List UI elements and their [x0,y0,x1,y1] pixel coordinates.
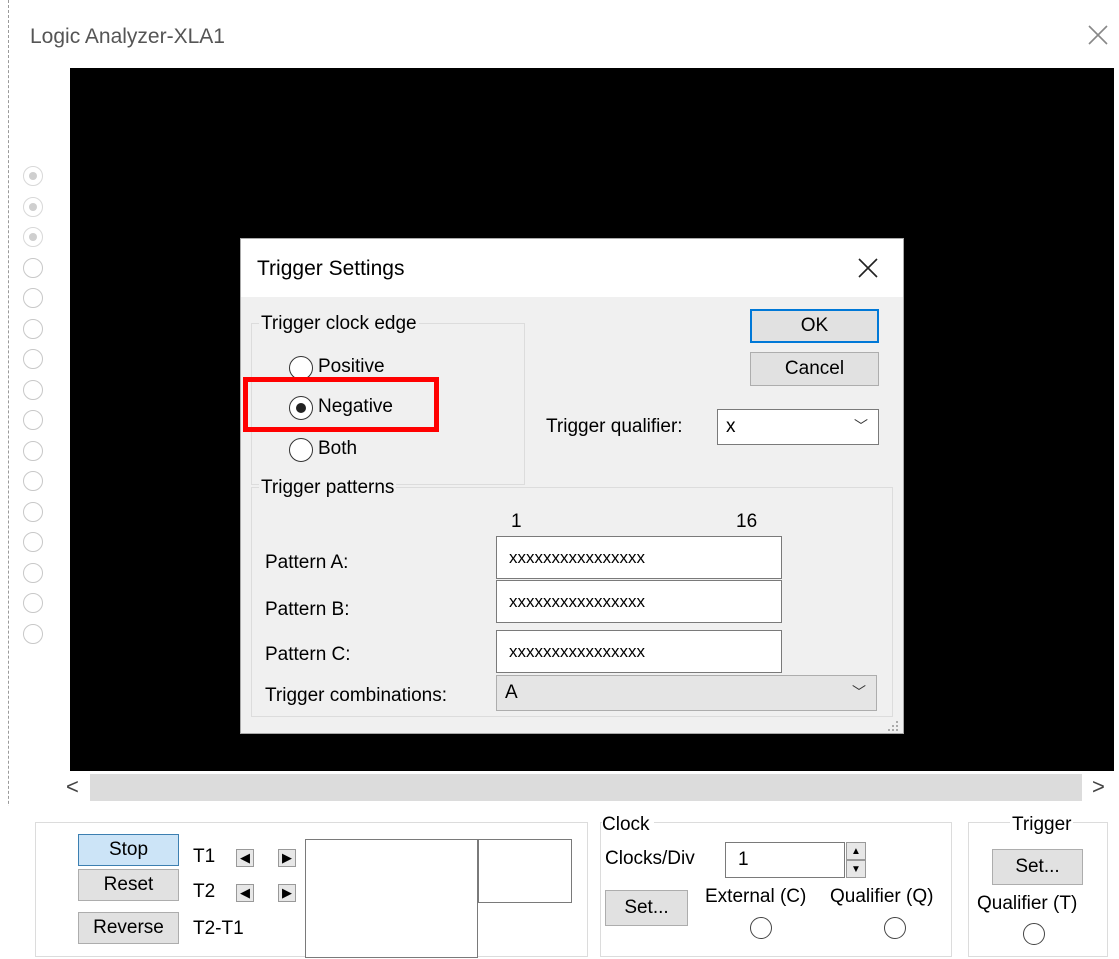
trigger-combinations-label: Trigger combinations: [265,685,447,706]
t1-label: T1 [193,846,216,867]
t2-left-arrow-icon[interactable]: ◀ [236,884,254,902]
edge-positive-label: Positive [318,356,385,377]
cursor-time-display [305,839,478,958]
trigger-qualifier-label: Trigger qualifier: [546,416,683,437]
clock-qualifier-terminal[interactable] [884,917,906,939]
stop-button[interactable]: Stop [78,834,179,866]
reset-button[interactable]: Reset [78,869,179,901]
probe-terminal[interactable] [23,623,43,644]
probe-terminal[interactable] [23,349,43,369]
bit-end-label: 16 [736,511,758,532]
probe-terminal[interactable] [23,410,43,430]
probe-terminal[interactable] [23,166,43,186]
pattern-c-input[interactable]: xxxxxxxxxxxxxxxx [496,630,782,673]
chevron-down-icon: ﹀ [854,418,868,434]
resize-grip-icon[interactable] [887,719,899,731]
probe-terminal[interactable] [23,440,43,461]
bottom-panel: Stop Reset Reverse T1 ◀ ▶ T2 ◀ ▶ T2-T1 C… [0,806,1119,959]
negative-option-highlight [243,377,439,432]
t1-left-arrow-icon[interactable]: ◀ [236,849,254,867]
cancel-button[interactable]: Cancel [750,352,879,386]
external-clock-label: External (C) [705,886,807,907]
clocks-div-down-icon[interactable]: ▼ [846,860,866,878]
probe-terminal[interactable] [23,501,43,522]
probe-terminal[interactable] [23,318,43,339]
external-clock-terminal[interactable] [750,917,772,939]
clocks-div-up-icon[interactable]: ▲ [846,842,866,860]
dialog-close-icon[interactable] [855,255,881,281]
t2-t1-label: T2-T1 [193,918,244,939]
probe-terminal[interactable] [23,379,43,400]
clock-group-label: Clock [602,814,654,836]
clock-qualifier-label: Qualifier (Q) [830,886,934,907]
probe-terminal[interactable] [23,257,43,278]
edge-both-radio[interactable] [289,438,313,462]
probe-terminal[interactable] [23,288,43,308]
probe-terminal[interactable] [23,532,43,552]
scroll-right-icon[interactable]: > [1092,774,1105,800]
t2-label: T2 [193,881,216,902]
trigger-set-button[interactable]: Set... [992,849,1083,885]
t1-right-arrow-icon[interactable]: ▶ [278,849,296,867]
probe-terminal[interactable] [23,196,43,217]
pattern-b-input[interactable]: xxxxxxxxxxxxxxxx [496,580,782,623]
cursor-value-display [478,839,572,903]
trigger-group-label: Trigger [1010,814,1074,836]
dialog-title: Trigger Settings [257,257,405,280]
trigger-qualifier-value: x [726,416,736,437]
clocks-div-input[interactable]: 1 [725,842,845,878]
horizontal-scrollbar[interactable] [90,774,1082,801]
probe-terminal[interactable] [23,562,43,583]
window-title: Logic Analyzer-XLA1 [30,25,225,48]
clock-edge-group-label: Trigger clock edge [259,313,419,335]
pattern-a-input[interactable]: xxxxxxxxxxxxxxxx [496,536,782,579]
trigger-qualifier-label: Qualifier (T) [977,893,1078,914]
clock-set-button[interactable]: Set... [605,890,688,926]
window-close-icon[interactable] [1083,20,1113,50]
probe-terminal[interactable] [23,471,43,491]
trigger-qualifier-select[interactable]: x ﹀ [717,409,879,445]
probe-terminal[interactable] [23,593,43,613]
ok-button[interactable]: OK [750,309,879,343]
pattern-b-label: Pattern B: [265,599,350,620]
patterns-group-label: Trigger patterns [259,477,397,499]
pattern-a-label: Pattern A: [265,552,349,573]
bit-start-label: 1 [511,511,522,532]
chevron-down-icon: ﹀ [852,684,866,700]
clocks-div-label: Clocks/Div [605,848,695,869]
trigger-combinations-select[interactable]: A ﹀ [496,675,877,711]
scroll-left-icon[interactable]: < [66,774,79,800]
edge-both-label: Both [318,438,358,459]
t2-right-arrow-icon[interactable]: ▶ [278,884,296,902]
probe-terminal[interactable] [23,227,43,247]
reverse-button[interactable]: Reverse [78,912,179,944]
pattern-c-label: Pattern C: [265,644,351,665]
trigger-qualifier-terminal[interactable] [1023,923,1045,945]
trigger-combinations-value: A [505,682,518,703]
trigger-settings-dialog: Trigger Settings Trigger clock edge Posi… [240,238,904,734]
